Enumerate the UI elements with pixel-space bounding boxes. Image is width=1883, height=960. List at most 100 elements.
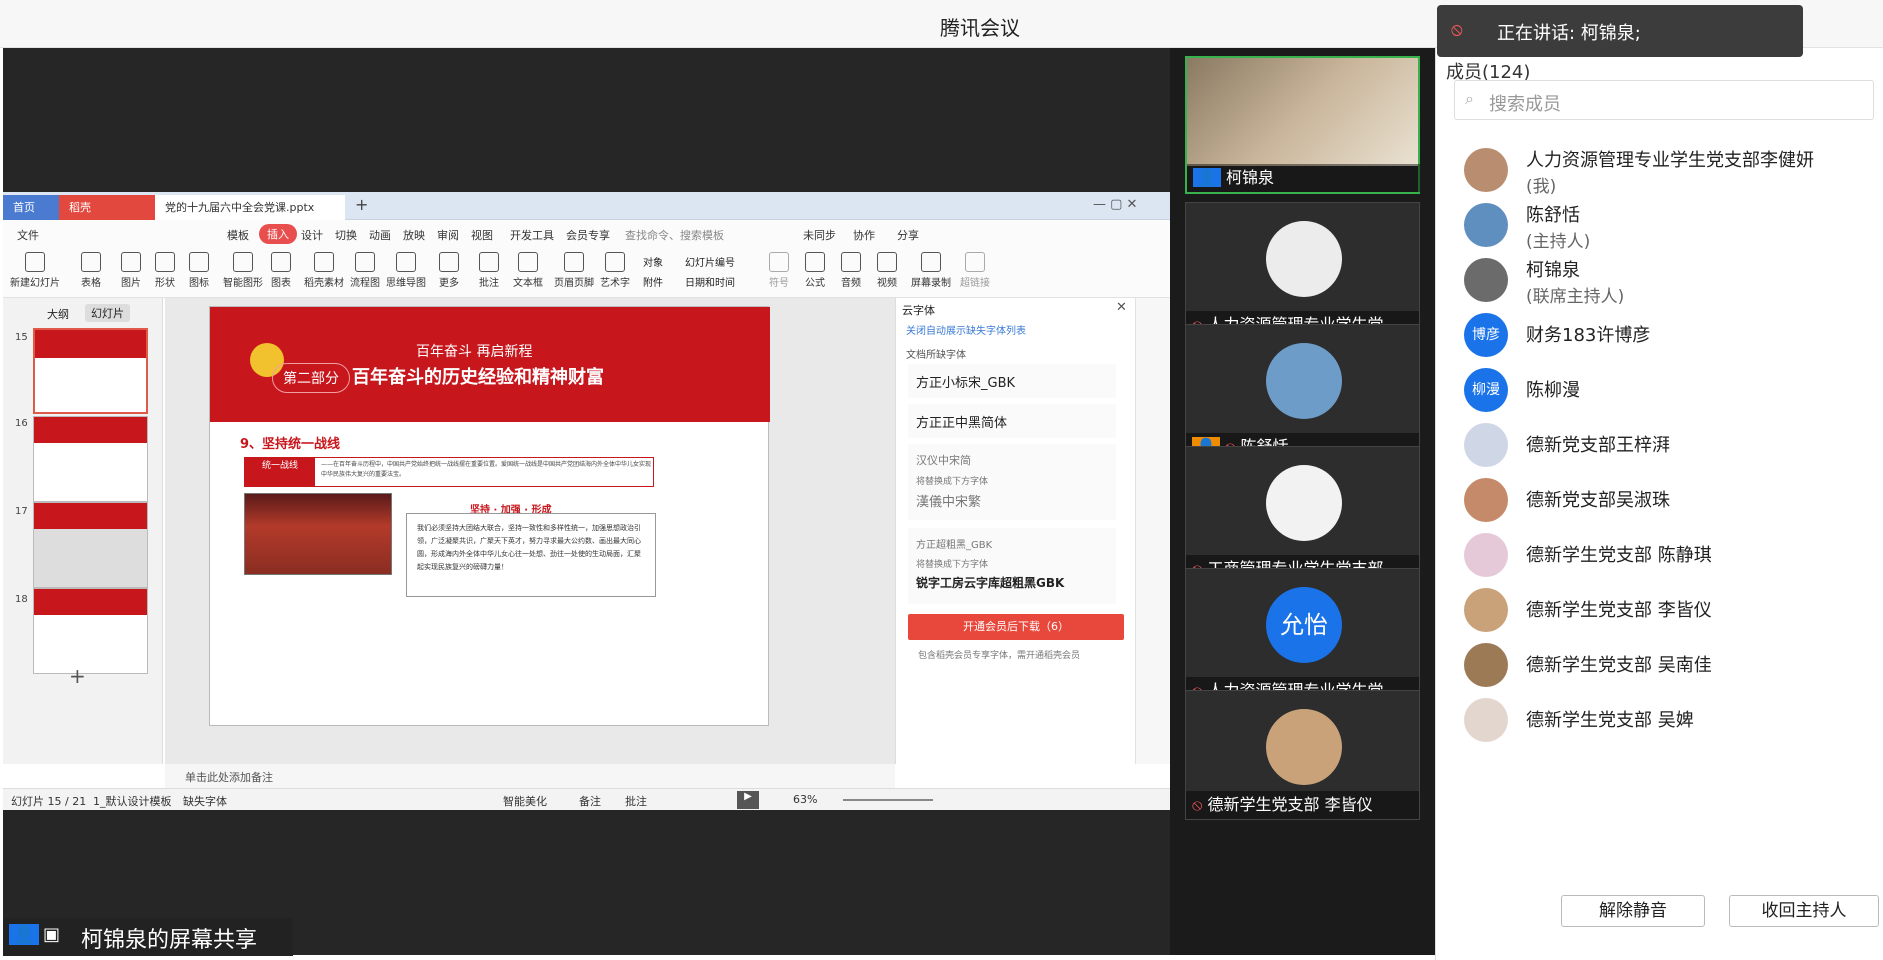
font-name: 方正超粗黑_GBK [916, 540, 993, 551]
reclaim-host-button[interactable]: 收回主持人 [1729, 895, 1879, 927]
command-search[interactable]: 查找命令、搜索模板 [625, 227, 724, 243]
user-icon: 👤 [1193, 168, 1221, 187]
notes-placeholder: 单击此处添加备注 [185, 771, 273, 784]
menu-insert[interactable]: 插入 [259, 224, 297, 244]
ribbon-more[interactable]: 更多 [427, 252, 471, 289]
slide-thumbnail[interactable] [33, 328, 148, 414]
comment-toggle[interactable]: 批注 [625, 793, 647, 809]
menu-developer[interactable]: 开发工具 [510, 227, 554, 243]
member-row[interactable]: 德新学生党支部 陈静琪 [1464, 527, 1864, 587]
video-tile[interactable]: ⦸ 人力资源管理专业学生党... [1185, 202, 1420, 340]
menu-slideshow[interactable]: 放映 [403, 227, 425, 243]
member-row[interactable]: 陈舒恬 (主持人) [1464, 197, 1864, 257]
notes-bar[interactable]: 单击此处添加备注 [165, 764, 895, 788]
missing-font-row[interactable]: 方正正中黑简体 [908, 404, 1116, 438]
search-member-input[interactable]: ⌕ 搜索成员 [1454, 80, 1874, 120]
menu-review[interactable]: 审阅 [437, 227, 459, 243]
avatar [1266, 709, 1342, 785]
avatar [1464, 423, 1508, 467]
new-slide-icon [25, 252, 45, 272]
menu-transition[interactable]: 切换 [335, 227, 357, 243]
notes-toggle[interactable]: 备注 [579, 793, 601, 809]
member-name: 德新学生党支部 吴南佳 [1526, 655, 1712, 676]
ribbon-object[interactable]: 对象 [643, 254, 663, 269]
tab-docer[interactable]: 稻壳 [59, 195, 155, 220]
video-tile[interactable]: 👤 ⦸ 陈舒恬 [1185, 324, 1420, 462]
thumb-header [34, 589, 147, 615]
menu-design[interactable]: 设计 [301, 227, 323, 243]
ribbon-header-footer[interactable]: 页眉页脚 [549, 252, 599, 289]
menu-animation[interactable]: 动画 [369, 227, 391, 243]
member-row[interactable]: 人力资源管理专业学生党支部李健妍 (我) [1464, 142, 1864, 202]
sync-status[interactable]: 未同步 [803, 227, 836, 243]
close-icon[interactable]: ✕ [1116, 300, 1127, 315]
slide-thumbnail[interactable] [33, 588, 148, 674]
play-slideshow-icon[interactable]: ▶ [737, 791, 759, 809]
menu-member[interactable]: 会员专享 [566, 227, 610, 243]
unmute-button[interactable]: 解除静音 [1561, 895, 1705, 927]
ribbon-new-slide[interactable]: 新建幻灯片 [7, 252, 63, 289]
ribbon-textbox[interactable]: 文本框 [503, 252, 553, 289]
menu-template[interactable]: 模板 [227, 227, 249, 243]
close-auto-show-link[interactable]: 关闭自动展示缺失字体列表 [906, 322, 1026, 337]
member-row[interactable]: 柯锦泉 (联席主持人) [1464, 252, 1864, 312]
missing-font-row[interactable]: 方正超粗黑_GBK 将替换成下方字体 锐字工房云字库超粗黑GBK [908, 528, 1116, 604]
zoom-level[interactable]: 63% [793, 793, 817, 806]
member-name: 德新党支部王梓湃 [1526, 435, 1670, 456]
ribbon-wordart[interactable]: 艺术字 [593, 252, 637, 289]
member-row[interactable]: 柳漫 陈柳漫 [1464, 362, 1864, 422]
missing-font-row[interactable]: 方正小标宋_GBK [908, 364, 1116, 398]
avatar [1464, 643, 1508, 687]
video-tile[interactable]: ⦸ 工商管理专业学生党支部... [1185, 446, 1420, 584]
ribbon-mindmap[interactable]: 思维导图 [381, 252, 431, 289]
slide-body-text: 我们必须坚持大团结大联合，坚持一致性和多样性统一，加强思想政治引领，广泛凝聚共识… [406, 513, 656, 597]
smart-beautify-button[interactable]: 智能美化 [503, 793, 547, 809]
menu-view[interactable]: 视图 [471, 227, 493, 243]
ribbon-hyperlink[interactable]: 超链接 [953, 252, 997, 289]
outline-tab[interactable]: 大纲 [47, 306, 69, 322]
member-row[interactable]: 德新学生党支部 李皆仪 [1464, 582, 1864, 642]
ribbon-label: 符号 [769, 278, 789, 289]
new-tab-icon[interactable]: + [355, 195, 368, 214]
zoom-slider[interactable] [843, 799, 933, 801]
missing-font-row[interactable]: 汉仪中宋简 将替换成下方字体 漢儀中宋繁 [908, 444, 1116, 520]
share-button[interactable]: 分享 [897, 227, 919, 243]
ribbon-docer-material[interactable]: 稻壳素材 [299, 252, 349, 289]
member-row[interactable]: 博彦 财务183许博彦 [1464, 307, 1864, 367]
ribbon-chart[interactable]: 图表 [259, 252, 303, 289]
menu-file[interactable]: 文件 [17, 227, 39, 243]
ribbon-table[interactable]: 表格 [69, 252, 113, 289]
current-slide[interactable]: 第二部分 百年奋斗 再启新程 百年奋斗的历史经验和精神财富 9、坚持统一战线 统… [209, 306, 770, 726]
ribbon-label: 公式 [805, 278, 825, 289]
tab-document[interactable]: 党的十九届六中全会党课.pptx [155, 195, 345, 220]
member-row[interactable]: 德新党支部王梓湃 [1464, 417, 1864, 477]
ribbon-video[interactable]: 视频 [865, 252, 909, 289]
missing-fonts-status[interactable]: 缺失字体 [183, 793, 227, 809]
ribbon-datetime[interactable]: 日期和时间 [685, 274, 735, 289]
add-slide-icon[interactable]: + [69, 664, 86, 688]
ribbon-attachment[interactable]: 附件 [643, 274, 663, 289]
ribbon-label: 艺术字 [600, 278, 630, 289]
slides-tab[interactable]: 幻灯片 [85, 304, 130, 322]
member-name: 柯锦泉 [1526, 260, 1580, 281]
tab-home[interactable]: 首页 [3, 195, 59, 220]
window-controls-icon[interactable]: — ▢ ✕ [1093, 197, 1137, 212]
member-row[interactable]: 德新学生党支部 吴婢 [1464, 692, 1864, 752]
ribbon-slide-number[interactable]: 幻灯片编号 [685, 254, 735, 269]
replacement-font: 漢儀中宋繁 [916, 495, 982, 510]
slide-thumbnail[interactable] [33, 502, 148, 588]
video-tile[interactable]: ⦸ 德新学生党支部 李皆仪 [1185, 690, 1420, 820]
speaking-text: 正在讲话: 柯锦泉; [1497, 23, 1641, 44]
video-tile[interactable]: 👤 柯锦泉 [1185, 56, 1420, 194]
slide-counter: 幻灯片 15 / 21 [11, 795, 87, 808]
video-tile[interactable]: 允怡 ⦸ 人力资源管理专业学生党... [1185, 568, 1420, 706]
download-fonts-button[interactable]: 开通会员后下载（6） [908, 614, 1124, 640]
wps-status-bar: 幻灯片 15 / 21 1_默认设计模板 缺失字体 智能美化 备注 批注 ▶ 6… [3, 788, 1170, 810]
collaborate-button[interactable]: 协作 [853, 227, 875, 243]
member-row[interactable]: 德新学生党支部 吴南佳 [1464, 637, 1864, 697]
member-name: 陈舒恬 [1526, 205, 1580, 226]
ribbon-screen-record[interactable]: 屏幕录制 [905, 252, 957, 289]
slide-part-label: 第二部分 [272, 363, 350, 393]
slide-thumbnail[interactable] [33, 416, 148, 502]
member-row[interactable]: 德新党支部吴淑珠 [1464, 472, 1864, 532]
